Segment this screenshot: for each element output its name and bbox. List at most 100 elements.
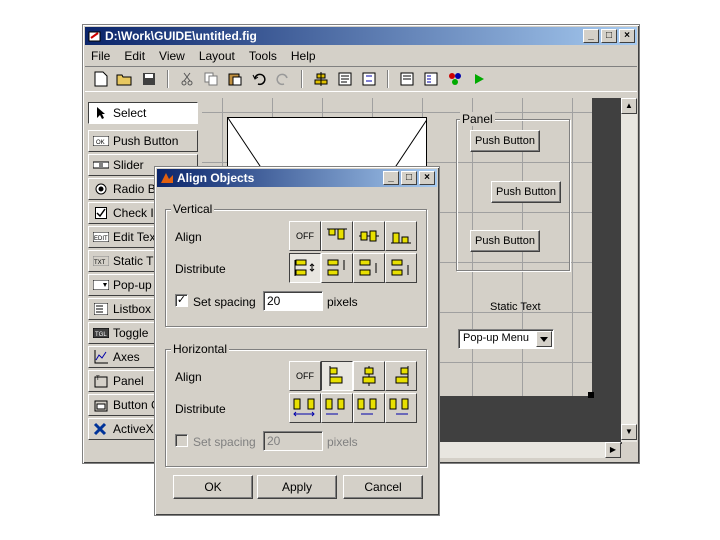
vertical-align-bottom-button[interactable] [385,221,417,251]
canvas-resize-handle[interactable] [588,392,594,398]
menu-help[interactable]: Help [291,47,316,65]
svg-text:TXT: TXT [94,260,106,266]
horizontal-distribute-spacing-button[interactable] [289,393,321,423]
canvas-popup-menu[interactable]: Pop-up Menu [458,329,554,349]
palette-item-push-button[interactable]: OK Push Button [88,130,198,152]
canvas-push-button-3[interactable]: Push Button [470,230,540,252]
horizontal-align-right-button[interactable] [385,361,417,391]
canvas-push-button-1[interactable]: Push Button [470,130,540,152]
horizontal-distribute-right-button[interactable] [385,393,417,423]
vertical-align-off-button[interactable]: OFF [289,221,321,251]
guide-app-icon [88,31,101,42]
align-objects-dialog: Align Objects _ □ × Vertical Align OFF D… [154,166,440,516]
menu-edit[interactable]: Edit [124,47,145,65]
property-inspector-icon[interactable] [421,69,441,89]
horizontal-distribute-center-button[interactable] [353,393,385,423]
vertical-align-label: Align [175,230,202,244]
matlab-icon [161,173,173,183]
guide-window-title: D:\Work\GUIDE\untitled.fig [105,29,257,43]
popup-menu-arrow-button[interactable] [536,331,552,347]
panel-icon: T [93,374,109,388]
horizontal-spacing-input[interactable]: 20 [263,431,323,451]
dialog-minimize-button[interactable]: _ [383,171,399,185]
svg-text:OK: OK [96,140,105,146]
cut-icon[interactable] [177,69,197,89]
listbox-icon [93,302,109,316]
new-file-icon[interactable] [91,69,111,89]
horizontal-align-off-button[interactable]: OFF [289,361,321,391]
scroll-right-arrow[interactable]: ▶ [605,442,621,458]
ok-button[interactable]: OK [173,475,253,499]
svg-text:EDIT: EDIT [94,236,108,242]
close-button[interactable]: × [619,29,635,43]
vertical-distribute-top-button[interactable] [321,253,353,283]
dialog-close-button[interactable]: × [419,171,435,185]
scroll-up-arrow[interactable]: ▲ [621,98,637,114]
canvas-popup-menu-value: Pop-up Menu [463,332,530,344]
horizontal-scrollbar[interactable]: ▶ [438,442,621,458]
vertical-group-label: Vertical [171,202,215,216]
pointer-icon [93,106,109,120]
minimize-button[interactable]: _ [583,29,599,43]
tab-order-editor-icon[interactable] [359,69,379,89]
align-middle-icon [359,230,379,242]
svg-text:TGL: TGL [95,332,107,338]
apply-button[interactable]: Apply [257,475,337,499]
undo-icon[interactable] [249,69,269,89]
distribute-spacing-icon [294,259,315,276]
align-bottom-icon [391,232,411,244]
horizontal-distribute-left-button[interactable] [321,393,353,423]
m-file-editor-icon[interactable] [397,69,417,89]
slider-icon [93,158,109,172]
menu-layout[interactable]: Layout [199,47,235,65]
dialog-maximize-button[interactable]: □ [401,171,417,185]
vertical-align-middle-button[interactable] [353,221,385,251]
redo-icon[interactable] [273,69,293,89]
axes-icon [93,350,109,364]
vertical-distribute-middle-button[interactable] [353,253,385,283]
align-right-icon [395,366,409,386]
open-folder-icon[interactable] [115,69,135,89]
palette-item-select[interactable]: Select [88,102,198,124]
copy-icon[interactable] [201,69,221,89]
popup-menu-icon [93,278,109,292]
vertical-distribute-spacing-button[interactable] [289,253,321,283]
edit-text-icon: EDIT [93,230,109,244]
distribute-middle-icon [359,259,377,276]
horizontal-align-left-button[interactable] [321,361,353,391]
align-dialog-titlebar[interactable]: Align Objects _ □ × [157,169,437,187]
align-dialog-title: Align Objects [177,171,255,185]
toolbar [85,66,637,92]
canvas-push-button-2[interactable]: Push Button [491,181,561,203]
toolbar-separator [301,70,303,88]
horizontal-group-label: Horizontal [171,342,230,356]
menu-tools[interactable]: Tools [249,47,277,65]
svg-text:T: T [96,376,100,382]
horizontal-distribute-label: Distribute [175,402,226,416]
align-objects-icon[interactable] [311,69,331,89]
menu-view[interactable]: View [159,47,185,65]
horizontal-align-center-button[interactable] [353,361,385,391]
vertical-spacing-input[interactable]: 20 [263,291,323,311]
object-browser-icon[interactable] [445,69,465,89]
distribute-left-icon [325,398,345,415]
paste-icon[interactable] [225,69,245,89]
scroll-down-arrow[interactable]: ▼ [621,424,637,440]
run-icon[interactable] [469,69,489,89]
menu-file[interactable]: File [91,47,110,65]
cancel-button[interactable]: Cancel [343,475,423,499]
maximize-button[interactable]: □ [601,29,617,43]
align-left-icon [329,366,343,386]
toggle-button-icon: TGL [93,326,109,340]
distribute-center-icon [357,398,377,415]
vertical-align-top-button[interactable] [321,221,353,251]
vertical-set-spacing-checkbox[interactable]: ✓ [175,294,188,307]
menu-editor-icon[interactable] [335,69,355,89]
chevron-down-icon [540,337,548,342]
guide-titlebar[interactable]: D:\Work\GUIDE\untitled.fig _ □ × [85,27,637,45]
vertical-distribute-bottom-button[interactable] [385,253,417,283]
canvas-static-text[interactable]: Static Text [490,301,541,313]
horizontal-set-spacing-checkbox[interactable] [175,434,188,447]
vertical-scrollbar[interactable]: ▲ ▼ [621,98,637,442]
save-icon[interactable] [139,69,159,89]
